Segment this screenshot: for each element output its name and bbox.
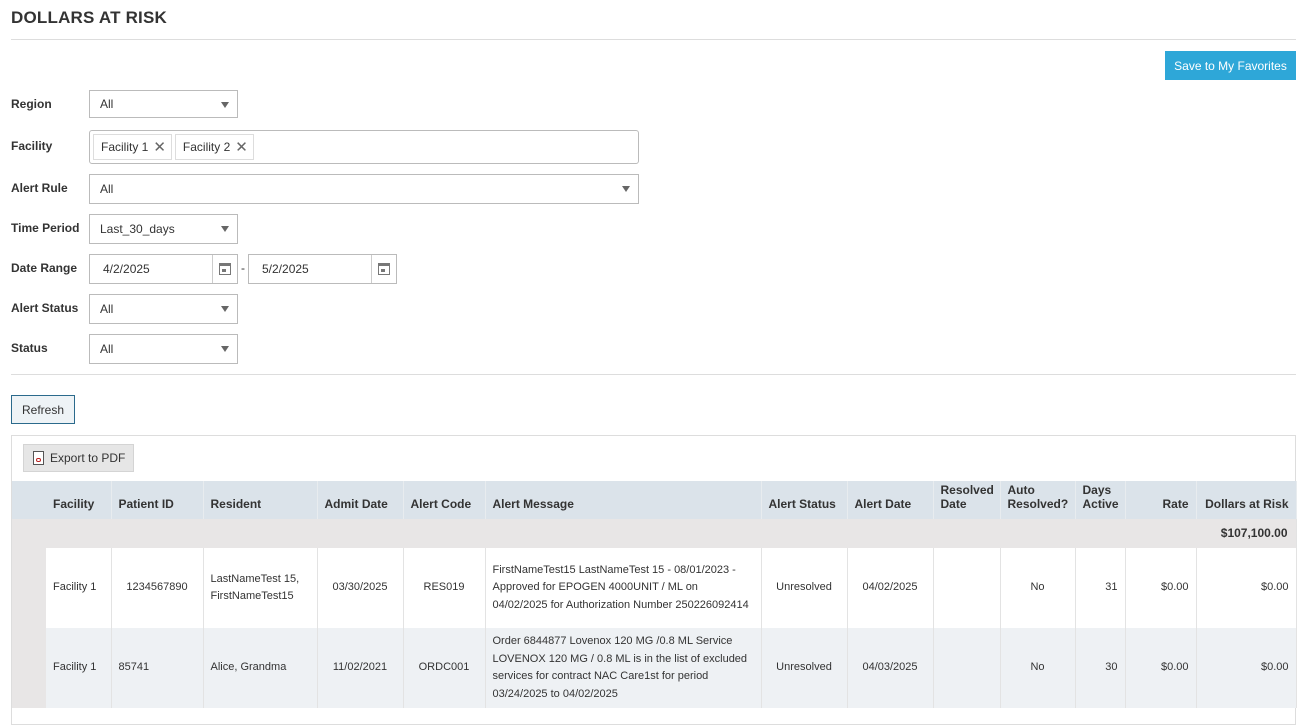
alert-rule-label: Alert Rule xyxy=(11,181,68,195)
chevron-down-icon xyxy=(221,306,229,312)
time-period-label: Time Period xyxy=(11,221,80,235)
status-label: Status xyxy=(11,341,48,355)
divider xyxy=(11,374,1296,375)
pdf-icon xyxy=(33,451,44,465)
facility-label: Facility xyxy=(11,139,53,153)
column-header-patient-id[interactable]: Patient ID xyxy=(111,481,204,519)
date-from-picker[interactable] xyxy=(212,255,237,283)
cell-admit-date: 03/30/2025 xyxy=(317,548,404,628)
cell-auto-resolved: No xyxy=(1000,628,1076,708)
alert-status-label: Alert Status xyxy=(11,301,79,315)
column-header-admit-date[interactable]: Admit Date xyxy=(317,481,404,519)
alert-rule-select[interactable]: All xyxy=(89,174,639,204)
table-total-row: $107,100.00 xyxy=(12,519,1297,548)
date-to-value: 5/2/2025 xyxy=(262,262,309,276)
cell-days-active: 31 xyxy=(1075,548,1126,628)
date-range-separator: - xyxy=(241,261,245,275)
facility-tag-label: Facility 2 xyxy=(182,140,231,154)
date-from-input[interactable]: 4/2/2025 xyxy=(89,254,238,284)
cell-alert-date: 04/02/2025 xyxy=(847,548,934,628)
close-icon[interactable]: ✕ xyxy=(153,140,166,155)
page-title: DOLLARS AT RISK xyxy=(11,8,167,27)
column-header-alert-date[interactable]: Alert Date xyxy=(847,481,934,519)
close-icon[interactable]: ✕ xyxy=(235,140,248,155)
column-header-auto-resolved[interactable]: Auto Resolved? xyxy=(1000,481,1076,519)
export-pdf-label: Export to PDF xyxy=(50,451,126,465)
chevron-down-icon xyxy=(622,186,630,192)
table-row[interactable]: Facility 1 85741 Alice, Grandma 11/02/20… xyxy=(12,628,1297,708)
region-label: Region xyxy=(11,97,52,111)
chevron-down-icon xyxy=(221,226,229,232)
calendar-icon xyxy=(219,263,231,275)
row-gutter xyxy=(12,548,46,628)
time-period-select[interactable]: Last_30_days xyxy=(89,214,238,244)
date-from-value: 4/2/2025 xyxy=(103,262,150,276)
alert-status-value: All xyxy=(100,302,114,316)
column-header-alert-message[interactable]: Alert Message xyxy=(485,481,762,519)
cell-resolved-date xyxy=(933,548,1001,628)
cell-facility: Facility 1 xyxy=(46,628,112,708)
cell-alert-status: Unresolved xyxy=(761,628,848,708)
divider xyxy=(11,39,1296,40)
column-header-rate[interactable]: Rate xyxy=(1125,481,1197,519)
cell-alert-message: FirstNameTest15 LastNameTest 15 - 08/01/… xyxy=(485,548,762,628)
column-header-resolved-date[interactable]: Resolved Date xyxy=(933,481,1001,519)
table-row[interactable]: Facility 1 1234567890 LastNameTest 15, F… xyxy=(12,548,1297,628)
table-header-row: Facility Patient ID Resident Admit Date … xyxy=(12,481,1297,519)
cell-admit-date: 11/02/2021 xyxy=(317,628,404,708)
cell-days-active: 30 xyxy=(1075,628,1126,708)
facility-tag: Facility 1 ✕ xyxy=(93,134,172,160)
cell-dollars-at-risk: $0.00 xyxy=(1196,628,1297,708)
total-dollars-at-risk: $107,100.00 xyxy=(12,519,1297,548)
column-header-facility[interactable]: Facility xyxy=(46,481,112,519)
refresh-button[interactable]: Refresh xyxy=(11,395,75,424)
cell-alert-date: 04/03/2025 xyxy=(847,628,934,708)
alert-rule-value: All xyxy=(100,182,114,196)
cell-alert-code: RES019 xyxy=(403,548,486,628)
facility-multiselect[interactable]: Facility 1 ✕ Facility 2 ✕ xyxy=(89,130,639,164)
cell-alert-code: ORDC001 xyxy=(403,628,486,708)
cell-patient-id: 1234567890 xyxy=(111,548,204,628)
date-to-picker[interactable] xyxy=(371,255,396,283)
facility-tag-label: Facility 1 xyxy=(101,140,149,154)
facility-tag: Facility 2 ✕ xyxy=(174,134,254,160)
column-header-gutter xyxy=(12,481,46,519)
status-select[interactable]: All xyxy=(89,334,238,364)
cell-patient-id: 85741 xyxy=(111,628,204,708)
alert-status-select[interactable]: All xyxy=(89,294,238,324)
results-table: Facility Patient ID Resident Admit Date … xyxy=(12,481,1297,708)
column-header-days-active[interactable]: Days Active xyxy=(1075,481,1126,519)
cell-alert-status: Unresolved xyxy=(761,548,848,628)
cell-dollars-at-risk: $0.00 xyxy=(1196,548,1297,628)
cell-alert-message: Order 6844877 Lovenox 120 MG /0.8 ML Ser… xyxy=(485,628,762,708)
cell-rate: $0.00 xyxy=(1125,628,1197,708)
time-period-value: Last_30_days xyxy=(100,222,175,236)
status-value: All xyxy=(100,342,114,356)
save-to-favorites-button[interactable]: Save to My Favorites xyxy=(1165,51,1296,80)
cell-resident: Alice, Grandma xyxy=(203,628,318,708)
column-header-resident[interactable]: Resident xyxy=(203,481,318,519)
date-range-label: Date Range xyxy=(11,261,78,275)
region-value: All xyxy=(100,97,114,111)
export-pdf-button[interactable]: Export to PDF xyxy=(23,444,134,472)
cell-resident: LastNameTest 15, FirstNameTest15 xyxy=(203,548,318,628)
cell-resolved-date xyxy=(933,628,1001,708)
row-gutter xyxy=(12,628,46,708)
column-header-alert-status[interactable]: Alert Status xyxy=(761,481,848,519)
cell-auto-resolved: No xyxy=(1000,548,1076,628)
date-to-input[interactable]: 5/2/2025 xyxy=(248,254,397,284)
chevron-down-icon xyxy=(221,102,229,108)
calendar-icon xyxy=(378,263,390,275)
column-header-dollars-at-risk[interactable]: Dollars at Risk xyxy=(1196,481,1297,519)
region-select[interactable]: All xyxy=(89,90,238,118)
column-header-alert-code[interactable]: Alert Code xyxy=(403,481,486,519)
cell-facility: Facility 1 xyxy=(46,548,112,628)
cell-rate: $0.00 xyxy=(1125,548,1197,628)
chevron-down-icon xyxy=(221,346,229,352)
